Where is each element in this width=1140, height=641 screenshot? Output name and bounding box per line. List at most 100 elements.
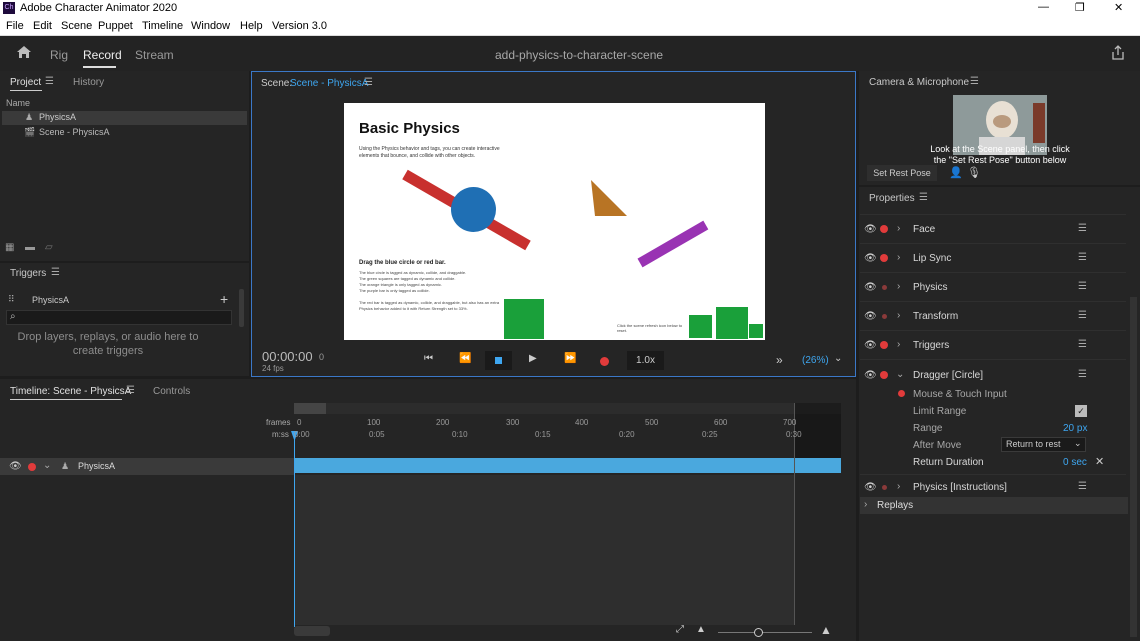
record-button[interactable]	[600, 357, 609, 366]
panel-menu-icon[interactable]: ☰	[126, 385, 135, 396]
behavior-menu-icon[interactable]: ☰	[1078, 310, 1087, 321]
panel-menu-icon[interactable]: ☰	[364, 77, 373, 88]
behavior-row-physics[interactable]: 👁 › Physics ☰	[860, 272, 1126, 300]
menu-file[interactable]: File	[6, 20, 24, 32]
range-handle[interactable]	[294, 403, 326, 414]
behavior-menu-icon[interactable]: ☰	[1078, 252, 1087, 263]
track-header[interactable]: 👁 ⌄ ♟ PhysicsA	[0, 458, 294, 475]
eye-icon[interactable]: 👁	[9, 461, 22, 472]
zoom-in-icon[interactable]: ▲	[820, 623, 832, 637]
eye-icon[interactable]: 👁	[864, 282, 877, 293]
share-icon[interactable]	[1111, 45, 1125, 60]
playhead[interactable]	[294, 431, 295, 627]
menu-scene[interactable]: Scene	[61, 20, 92, 32]
scene-header-name[interactable]: Scene - PhysicsA	[290, 78, 368, 89]
go-to-start-icon[interactable]: ⏮	[424, 353, 433, 364]
chevron-right-icon[interactable]: ›	[897, 339, 900, 350]
step-forward-icon[interactable]: ⏩	[564, 353, 576, 364]
eye-icon[interactable]: 👁	[864, 370, 877, 381]
track-bar[interactable]	[294, 458, 841, 473]
tab-project[interactable]: Project	[10, 77, 41, 88]
zoom-dropdown-icon[interactable]: ⌄	[834, 353, 842, 364]
tab-controls[interactable]: Controls	[153, 386, 190, 397]
scene-canvas[interactable]: Basic Physics Using the Physics behavior…	[344, 103, 765, 340]
arm-record-icon[interactable]	[882, 314, 887, 319]
limit-range-checkbox[interactable]: ✓	[1075, 405, 1087, 417]
tab-history[interactable]: History	[73, 77, 104, 88]
chevron-right-icon[interactable]: ›	[897, 223, 900, 234]
play-icon[interactable]: ▶	[529, 353, 537, 364]
set-rest-pose-button[interactable]: Set Rest Pose	[867, 165, 937, 181]
behavior-row-triggers[interactable]: 👁 › Triggers ☰	[860, 330, 1126, 358]
folder-icon[interactable]: ▬	[25, 242, 35, 253]
minimize-button[interactable]: —	[1038, 1, 1049, 13]
arm-record-icon[interactable]	[880, 371, 888, 379]
arm-record-icon[interactable]	[880, 341, 888, 349]
menu-edit[interactable]: Edit	[33, 20, 52, 32]
list-item[interactable]: 🎬 Scene - PhysicsA	[2, 126, 247, 140]
list-item[interactable]: ♟ PhysicsA	[2, 111, 247, 125]
menu-version[interactable]: Version 3.0	[272, 20, 327, 32]
tab-rig[interactable]: Rig	[50, 48, 68, 62]
menu-help[interactable]: Help	[240, 20, 263, 32]
panel-menu-icon[interactable]: ☰	[51, 267, 60, 278]
arm-record-icon[interactable]	[28, 463, 36, 471]
maximize-button[interactable]: ❐	[1075, 1, 1085, 14]
tab-record[interactable]: Record	[83, 48, 122, 62]
blue-circle[interactable]	[451, 187, 496, 232]
timeline-range-bar[interactable]	[294, 403, 841, 414]
menu-puppet[interactable]: Puppet	[98, 20, 133, 32]
camera-toggle-icon[interactable]: 👤	[949, 166, 963, 179]
arm-record-icon[interactable]	[880, 225, 888, 233]
behavior-row-lip-sync[interactable]: 👁 › Lip Sync ☰	[860, 243, 1126, 271]
chevron-right-icon[interactable]: ›	[897, 252, 900, 263]
menu-window[interactable]: Window	[191, 20, 230, 32]
trigger-search-input[interactable]: ⌕	[6, 310, 232, 325]
behavior-menu-icon[interactable]: ☰	[1078, 339, 1087, 350]
eye-icon[interactable]: 👁	[864, 482, 877, 493]
range-value[interactable]: 20 px	[1063, 423, 1087, 434]
arm-record-icon[interactable]	[880, 254, 888, 262]
arm-record-icon[interactable]	[882, 485, 887, 490]
arm-record-icon[interactable]	[898, 390, 905, 397]
behavior-row-face[interactable]: 👁 › Face ☰	[860, 214, 1126, 242]
behavior-menu-icon[interactable]: ☰	[1078, 481, 1087, 492]
add-trigger-button[interactable]: +	[220, 291, 228, 307]
behavior-row-physics-instructions[interactable]: 👁 › Physics [Instructions] ☰	[860, 474, 1126, 498]
playback-speed[interactable]: 1.0x	[627, 351, 664, 370]
chevron-down-icon[interactable]: ⌄	[896, 369, 904, 380]
stop-button[interactable]	[485, 351, 512, 370]
behavior-row-transform[interactable]: 👁 › Transform ☰	[860, 301, 1126, 329]
scrollbar[interactable]	[1130, 297, 1137, 637]
chevron-down-icon[interactable]: ⌄	[43, 460, 51, 471]
eye-icon[interactable]: 👁	[864, 311, 877, 322]
scrollbar[interactable]	[239, 289, 244, 327]
behavior-menu-icon[interactable]: ☰	[1078, 281, 1087, 292]
panel-menu-icon[interactable]: ☰	[45, 76, 54, 87]
menu-timeline[interactable]: Timeline	[142, 20, 183, 32]
home-icon[interactable]	[16, 45, 32, 59]
behavior-menu-icon[interactable]: ☰	[1078, 223, 1087, 234]
chevron-right-icon[interactable]: ›	[897, 281, 900, 292]
eye-icon[interactable]: 👁	[864, 253, 877, 264]
behavior-menu-icon[interactable]: ☰	[1078, 369, 1087, 380]
step-back-icon[interactable]: ⏪	[459, 353, 471, 364]
fit-icon[interactable]: ⤢	[676, 624, 684, 635]
chevron-right-icon[interactable]: ›	[897, 310, 900, 321]
new-puppet-icon[interactable]: ▦	[5, 242, 14, 253]
microphone-icon[interactable]: 🎙	[967, 166, 981, 179]
panel-menu-icon[interactable]: ☰	[970, 76, 979, 87]
zoom-slider[interactable]	[718, 632, 812, 633]
new-item-icon[interactable]: ▱	[45, 242, 53, 253]
replays-section[interactable]: › Replays	[860, 497, 1128, 514]
behavior-row-dragger[interactable]: 👁 ⌄ Dragger [Circle] ☰ Mouse & Touch Inp…	[860, 359, 1126, 472]
tab-stream[interactable]: Stream	[135, 48, 174, 62]
after-move-select[interactable]: Return to rest ⌄	[1001, 437, 1086, 452]
eye-icon[interactable]: 👁	[864, 224, 877, 235]
scrollbar[interactable]	[294, 626, 330, 636]
zoom-out-icon[interactable]: ▲	[696, 624, 706, 635]
arm-record-icon[interactable]	[882, 285, 887, 290]
close-icon[interactable]: ✕	[1095, 455, 1104, 468]
close-button[interactable]: ✕	[1114, 1, 1123, 14]
return-duration-value[interactable]: 0 sec	[1063, 457, 1087, 468]
